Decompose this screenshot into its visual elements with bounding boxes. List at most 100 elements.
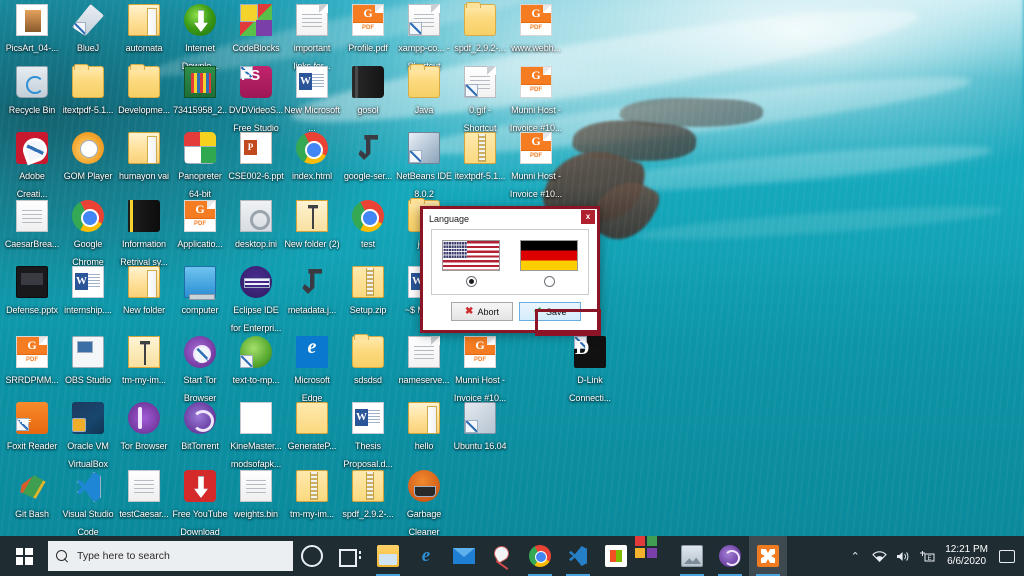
desktop-icon[interactable]: G PDF Munni Host - Invoice #10... (452, 336, 508, 406)
desktop-icon[interactable]: New folder (116, 266, 172, 318)
desktop-icon[interactable]: Visual Studio Code (60, 470, 116, 540)
search-input[interactable]: Type here to search (48, 541, 293, 571)
desktop-icon[interactable]: Winternship.... (60, 266, 116, 318)
desktop-icon[interactable]: e Microsoft Edge (284, 336, 340, 406)
desktop-icon[interactable]: index.html (284, 132, 340, 184)
radio-english-us[interactable] (465, 275, 477, 287)
save-button[interactable]: ✔ Save (519, 302, 581, 321)
desktop-icon[interactable]: Eclipse IDE for Enterpri... (228, 266, 284, 336)
desktop-icon[interactable]: 0.gif - Shortcut (452, 66, 508, 136)
desktop-icon[interactable]: G PDF Munni Host - Invoice #10... (508, 66, 564, 136)
start-button[interactable] (0, 536, 48, 576)
desktop-icon[interactable]: Foxit Reader (4, 402, 60, 454)
desktop-icon[interactable]: Git Bash (4, 470, 60, 522)
desktop-icon[interactable]: testCaesar... (116, 470, 172, 522)
desktop-icon[interactable]: Ubuntu 16.04 (452, 402, 508, 454)
desktop-icon[interactable]: spdf_2.9.2-... (340, 470, 396, 522)
taskbar-item-mail[interactable] (445, 536, 483, 576)
desktop-icon[interactable]: GenerateP... (284, 402, 340, 454)
desktop-icon[interactable]: Developme... (116, 64, 172, 118)
desktop-icon[interactable]: GOM Player (60, 132, 116, 184)
desktop-icon[interactable]: DVDVideoS... Free Studio (228, 66, 284, 136)
desktop-icon[interactable]: CodeBlocks (228, 4, 284, 56)
desktop-icon[interactable]: sdsdsd (340, 334, 396, 388)
desktop-icon[interactable]: Tor Browser (116, 402, 172, 454)
dialog-title-bar[interactable]: Language x (423, 209, 597, 228)
desktop-icon[interactable]: BlueJ (60, 4, 116, 56)
desktop-icon[interactable]: metadata.j... (284, 266, 340, 318)
desktop-icon[interactable]: tm-my-im... (116, 336, 172, 388)
desktop-icon[interactable]: G PDF Profile.pdf (340, 4, 396, 56)
desktop-icon[interactable]: itextpdf-5.1... (60, 64, 116, 118)
desktop-icon[interactable]: desktop.ini (228, 200, 284, 252)
close-icon[interactable]: x (581, 210, 595, 224)
desktop-icon[interactable]: 73415958_2... (172, 66, 228, 136)
desktop-icon[interactable]: test (340, 200, 396, 252)
desktop-icon[interactable]: important links for... (284, 4, 340, 74)
desktop-icon[interactable]: Oracle VM VirtualBox (60, 402, 116, 472)
taskbar-item-microsoft-store[interactable] (597, 536, 635, 576)
volume-icon[interactable] (891, 536, 915, 576)
desktop-icon[interactable]: OBS Studio (60, 336, 116, 388)
desktop-icon[interactable]: Start Tor Browser (172, 336, 228, 406)
notifications-icon[interactable] (994, 536, 1020, 576)
desktop-icon[interactable]: xampp-co... - Shortcut (396, 4, 452, 74)
desktop-icon[interactable]: Recycle Bin (4, 66, 60, 118)
desktop-icon[interactable]: Java (396, 64, 452, 118)
desktop-icon[interactable]: tm-my-im... (284, 470, 340, 522)
desktop-icon[interactable]: BitTorrent (172, 402, 228, 454)
desktop-icon[interactable]: nameserve... (396, 336, 452, 388)
desktop-icon[interactable]: spdf_2.9.2-... (452, 2, 508, 56)
desktop-icon[interactable]: humayon vai (116, 132, 172, 184)
taskbar-item-bittorrent[interactable] (711, 536, 749, 576)
desktop-icon[interactable]: Defense.pptx (4, 266, 60, 318)
desktop-icon[interactable]: Information Retrival sy... (116, 200, 172, 270)
taskbar-item-task-view[interactable] (331, 536, 369, 576)
desktop-icon[interactable]: New folder (2) (284, 200, 340, 252)
desktop-icon[interactable]: NetBeans IDE 8.0.2 (396, 132, 452, 202)
clock[interactable]: 12:21 PM 6/6/2020 (939, 544, 994, 568)
input-indicator-icon[interactable]: E (915, 536, 939, 576)
desktop-icon[interactable]: W Thesis Proposal.d... (340, 402, 396, 472)
desktop-icon[interactable]: automata (116, 4, 172, 56)
desktop-icon[interactable]: google-ser... (340, 132, 396, 184)
desktop-icon[interactable]: weights.bin (228, 470, 284, 522)
desktop-icon[interactable]: hello (396, 402, 452, 454)
desktop-icon[interactable]: KineMaster... modsofapk... (228, 402, 284, 472)
wifi-icon[interactable] (867, 536, 891, 576)
language-option-english-us[interactable] (440, 239, 502, 287)
language-option-german[interactable] (518, 239, 580, 287)
desktop-icon[interactable]: text-to-mp... (228, 336, 284, 388)
taskbar-item-xampp[interactable] (749, 536, 787, 576)
desktop-icon[interactable]: Free YouTube Download (172, 470, 228, 540)
desktop-icon[interactable]: computer (172, 266, 228, 318)
desktop-icon[interactable]: G PDF www.webh... (508, 4, 564, 56)
desktop-icon[interactable]: D-Link Connecti... (562, 336, 618, 406)
desktop-icon[interactable]: P CSE002-6.ppt (228, 132, 284, 184)
desktop-icon[interactable]: CaesarBrea... (4, 200, 60, 252)
desktop-icon[interactable]: itextpdf-5.1... (452, 132, 508, 184)
desktop-icon[interactable]: G PDF SRRDPMM... (4, 336, 60, 388)
radio-german[interactable] (543, 275, 555, 287)
abort-button[interactable]: ✖ Abort (451, 302, 513, 321)
taskbar-item-google-chrome[interactable] (521, 536, 559, 576)
desktop-icon[interactable]: gosol (340, 66, 396, 118)
desktop-icon[interactable]: Garbage Cleaner (396, 470, 452, 540)
desktop-icon[interactable]: Setup.zip (340, 266, 396, 318)
taskbar-item-photos[interactable] (673, 536, 711, 576)
taskbar-item-file-explorer[interactable] (369, 536, 407, 576)
taskbar-item-office-squares[interactable] (635, 536, 673, 576)
desktop-icon[interactable]: Google Chrome (60, 200, 116, 270)
taskbar-item-cortana[interactable] (293, 536, 331, 576)
taskbar-item-visual-studio-code[interactable] (559, 536, 597, 576)
desktop-icon[interactable]: W New Microsoft ... (284, 66, 340, 136)
desktop-icon[interactable]: G PDF Munni Host - Invoice #10... (508, 132, 564, 202)
show-hidden-icons-chevron-icon[interactable]: ⌃ (843, 536, 867, 576)
desktop-icon[interactable]: PicsArt_04-... (4, 4, 60, 56)
taskbar-item-microsoft-edge[interactable]: e (407, 536, 445, 576)
taskbar-item-snipping-tool[interactable] (483, 536, 521, 576)
desktop-icon[interactable]: Adobe Creati... (4, 132, 60, 202)
desktop-icon[interactable]: Internet Downlo... (172, 4, 228, 74)
desktop-icon[interactable]: G PDF Applicatio... (172, 200, 228, 252)
desktop-icon[interactable]: Panopreter 64-bit (172, 132, 228, 202)
